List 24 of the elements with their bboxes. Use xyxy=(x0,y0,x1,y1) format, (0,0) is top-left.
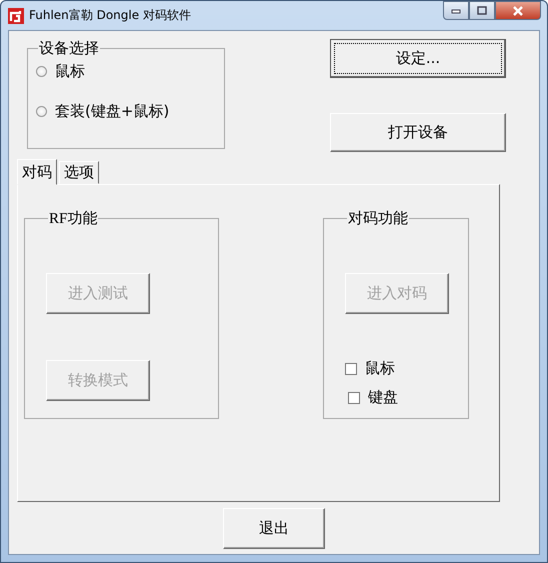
checkbox[interactable] xyxy=(348,392,360,404)
minimize-button[interactable] xyxy=(443,1,469,20)
group-title: RF功能 xyxy=(48,210,98,228)
maximize-icon xyxy=(477,6,487,15)
close-button[interactable] xyxy=(495,1,541,20)
exit-button[interactable]: 退出 xyxy=(223,508,325,549)
maximize-button[interactable] xyxy=(469,1,495,20)
radio-label: 鼠标 xyxy=(55,62,85,81)
dialog-button[interactable]: 设定... xyxy=(330,39,506,78)
checkbox-label: 键盘 xyxy=(368,388,398,407)
tab[interactable]: 选项 xyxy=(59,161,99,184)
radio-button[interactable] xyxy=(36,66,47,77)
checkbox[interactable] xyxy=(345,362,357,374)
checkbox-label: 鼠标 xyxy=(365,359,395,378)
window-title: Fuhlen富勒 Dongle 对码软件 xyxy=(29,7,191,24)
group-title: 对码功能 xyxy=(347,209,409,228)
app-logo-icon xyxy=(8,8,24,24)
close-icon xyxy=(512,6,524,16)
radio-button[interactable] xyxy=(36,106,47,117)
group-title: 设备选择 xyxy=(38,39,100,58)
dialog-button[interactable]: 打开设备 xyxy=(330,113,506,152)
minimize-icon xyxy=(451,8,461,14)
radio-label: 套装(键盘+鼠标) xyxy=(55,102,170,121)
tab[interactable]: 对码 xyxy=(17,159,57,185)
